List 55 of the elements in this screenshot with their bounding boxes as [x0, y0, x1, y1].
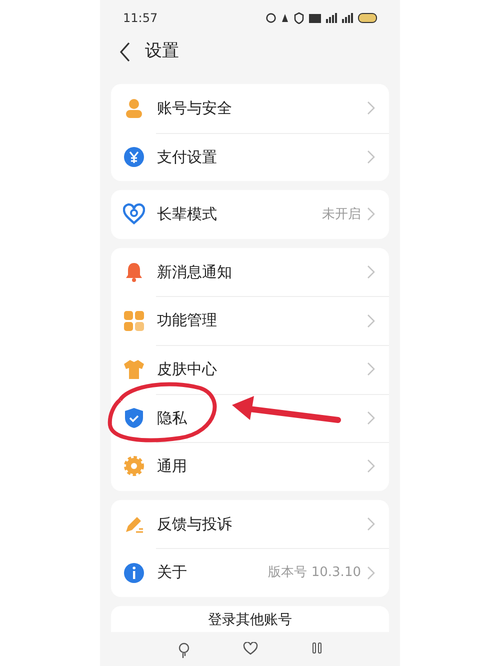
- signal-icon: [342, 13, 353, 23]
- chevron-right-icon: [367, 362, 375, 376]
- chevron-right-icon: [367, 207, 375, 222]
- settings-row[interactable]: 关于 版本号 10.3.10: [111, 548, 389, 597]
- person-icon: [123, 97, 145, 120]
- row-value: 未开启: [322, 206, 361, 224]
- bell-icon: [281, 13, 289, 23]
- settings-row[interactable]: 皮肤中心: [111, 344, 389, 394]
- chevron-right-icon: [367, 517, 375, 532]
- lightbulb-icon[interactable]: [178, 642, 190, 660]
- row-label: 功能管理: [157, 310, 217, 332]
- page-title: 设置: [145, 40, 179, 64]
- row-label: 支付设置: [157, 146, 217, 168]
- status-time: 11:57: [123, 10, 158, 27]
- back-icon: [119, 42, 131, 62]
- chevron-right-icon: [367, 566, 375, 580]
- row-label: 通用: [157, 456, 187, 478]
- switch-account-button[interactable]: 登录其他账号: [111, 606, 389, 632]
- row-label: 长辈模式: [157, 204, 217, 226]
- row-label: 皮肤中心: [157, 359, 217, 380]
- row-label: 关于: [157, 562, 187, 584]
- settings-row[interactable]: 反馈与投诉: [111, 500, 389, 548]
- chevron-right-icon: [367, 314, 375, 328]
- shield-icon: [123, 406, 145, 429]
- signal-icon: [326, 13, 337, 23]
- gear-icon: [123, 455, 145, 478]
- settings-row[interactable]: 隐私: [111, 394, 389, 442]
- info-icon: [123, 562, 145, 584]
- alarm-icon: [266, 13, 276, 23]
- row-label: 账号与安全: [157, 98, 232, 120]
- shield-icon: [294, 12, 304, 24]
- pause-icon[interactable]: [312, 642, 322, 654]
- settings-row[interactable]: 新消息通知: [111, 248, 389, 296]
- row-label: 反馈与投诉: [157, 514, 232, 535]
- chevron-right-icon: [367, 265, 375, 280]
- settings-row[interactable]: 长辈模式 未开启: [111, 190, 389, 239]
- chevron-right-icon: [367, 101, 375, 116]
- settings-row[interactable]: 功能管理: [111, 296, 389, 345]
- settings-row[interactable]: 账号与安全: [111, 84, 389, 133]
- grid-icon: [123, 310, 145, 332]
- chevron-right-icon: [367, 459, 375, 474]
- bell-icon: [123, 261, 145, 284]
- heart-icon: [123, 203, 145, 226]
- chevron-right-icon: [367, 150, 375, 164]
- row-label: 新消息通知: [157, 262, 232, 283]
- hd-icon: [309, 14, 321, 22]
- row-label: 隐私: [157, 408, 187, 429]
- row-value: 版本号 10.3.10: [268, 564, 361, 582]
- settings-row[interactable]: 通用: [111, 442, 389, 491]
- chevron-right-icon: [367, 410, 375, 425]
- battery-icon: [358, 13, 377, 23]
- heart-icon[interactable]: [243, 642, 258, 655]
- shirt-icon: [123, 358, 145, 380]
- yen-icon: [123, 146, 145, 168]
- settings-row[interactable]: 支付设置: [111, 132, 389, 182]
